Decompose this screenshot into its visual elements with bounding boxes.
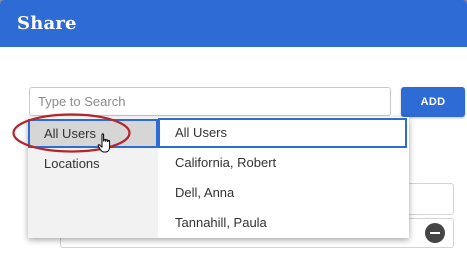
hand-cursor-icon — [97, 133, 111, 153]
dialog-header: Share — [0, 0, 467, 47]
list-item[interactable]: All Users — [158, 118, 407, 148]
category-list: All Users Locations — [28, 117, 158, 238]
share-dialog: Share ADD All Users Locations All Users … — [0, 0, 467, 257]
category-locations[interactable]: Locations — [28, 149, 158, 178]
remove-icon[interactable] — [425, 223, 445, 243]
list-item[interactable]: Tannahill, Paula — [158, 208, 407, 238]
result-list: All Users California, Robert Dell, Anna … — [158, 117, 409, 238]
search-dropdown: All Users Locations All Users California… — [28, 117, 409, 238]
add-button[interactable]: ADD — [401, 87, 465, 117]
list-item[interactable]: Dell, Anna — [158, 178, 407, 208]
category-all-users[interactable]: All Users — [28, 119, 158, 148]
dialog-title: Share — [17, 13, 77, 34]
search-input[interactable] — [29, 87, 391, 116]
list-item[interactable]: California, Robert — [158, 148, 407, 178]
